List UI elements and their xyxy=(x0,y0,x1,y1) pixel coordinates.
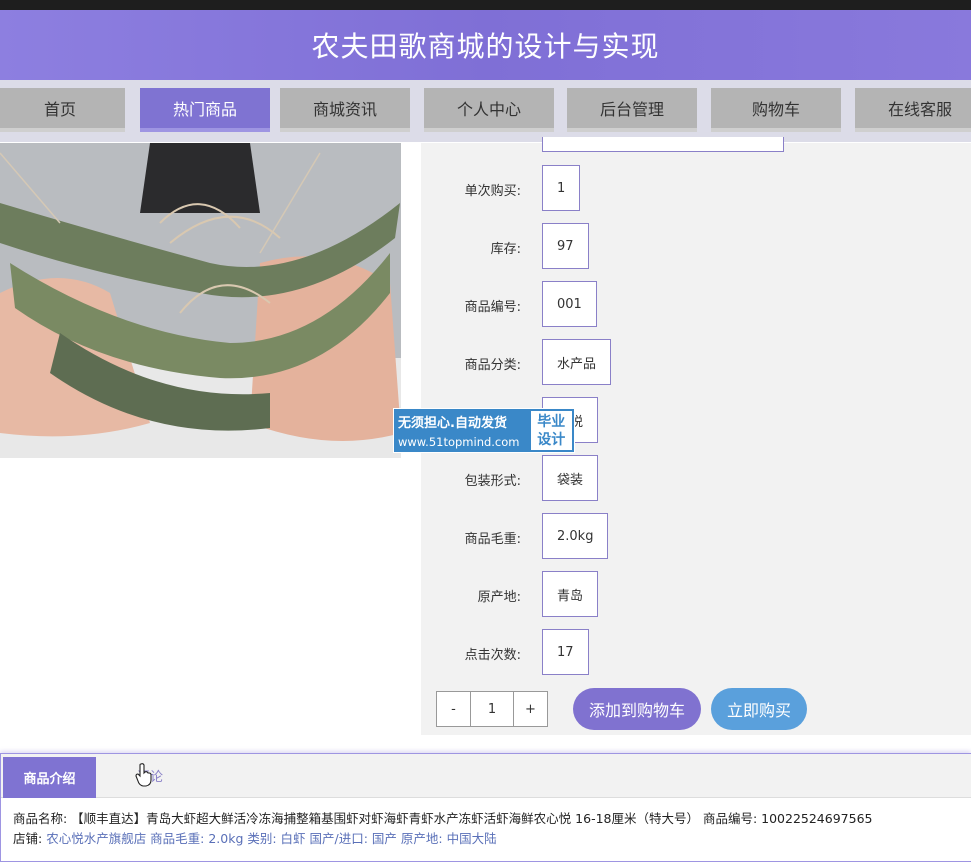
nav-home[interactable]: 首页 xyxy=(0,88,125,132)
quantity-input[interactable]: 1 xyxy=(470,692,514,726)
tab-product-intro[interactable]: 商品介绍 xyxy=(3,757,96,798)
nav-personal-center[interactable]: 个人中心 xyxy=(424,88,554,132)
label-product-number: 商品编号: xyxy=(464,300,521,315)
label-single-purchase: 单次购买: xyxy=(464,184,521,199)
value-product-number: 001 xyxy=(542,281,597,327)
shop-label: 店铺: xyxy=(13,831,47,846)
quantity-stepper: - 1 + xyxy=(436,691,548,727)
site-title-banner: 农夫田歌商城的设计与实现 xyxy=(0,10,971,80)
hand-cursor-icon xyxy=(135,763,152,787)
nav-online-service[interactable]: 在线客服 xyxy=(855,88,971,132)
value-gross-weight: 2.0kg xyxy=(542,513,609,559)
value-packaging: 袋装 xyxy=(542,455,599,501)
label-stock: 库存: xyxy=(490,242,521,257)
label-gross-weight: 商品毛重: xyxy=(464,532,521,547)
value-origin: 青岛 xyxy=(542,571,599,617)
shop-details: 农心悦水产旗舰店 商品毛重: 2.0kg 类别: 白虾 国产/进口: 国产 原产… xyxy=(46,831,497,846)
value-stock: 97 xyxy=(542,223,589,269)
nav-cart[interactable]: 购物车 xyxy=(711,88,841,132)
nav-admin[interactable]: 后台管理 xyxy=(567,88,697,132)
quantity-plus-button[interactable]: + xyxy=(514,692,547,726)
label-click-count: 点击次数: xyxy=(464,648,521,663)
watermark-label-line2: 设计 xyxy=(537,431,566,448)
label-origin: 原产地: xyxy=(477,590,521,605)
tabs-bar: 商品介绍 评论 xyxy=(1,754,971,798)
buy-now-button[interactable]: 立即购买 xyxy=(711,688,807,730)
value-single-purchase: 1 xyxy=(542,165,581,211)
watermark-label-line1: 毕业 xyxy=(537,413,566,430)
watermark-slogan: 无须担心.自动发货 xyxy=(398,416,507,431)
top-dark-strip xyxy=(0,0,971,10)
add-to-cart-button[interactable]: 添加到购物车 xyxy=(573,688,701,730)
watermark-text: 无须担心.自动发货 www.51topmind.com xyxy=(394,409,529,452)
product-tabs-section: 商品介绍 评论 商品名称: 【顺丰直达】青岛大虾超大鲜活冷冻海捕整箱基围虾对虾海… xyxy=(0,753,971,862)
watermark-label: 毕业 设计 xyxy=(528,409,574,452)
watermark-url: www.51topmind.com xyxy=(398,435,520,449)
watermark-badge: 无须担心.自动发货 www.51topmind.com 毕业 设计 xyxy=(393,408,575,453)
nav-hot-products[interactable]: 热门商品 xyxy=(140,88,270,132)
main-nav: 首页 热门商品 商城资讯 个人中心 后台管理 购物车 在线客服 xyxy=(0,80,971,142)
partial-field-box xyxy=(542,137,784,152)
site-title: 农夫田歌商城的设计与实现 xyxy=(311,30,660,63)
product-description: 商品名称: 【顺丰直达】青岛大虾超大鲜活冷冻海捕整箱基围虾对虾海虾青虾水产冻虾活… xyxy=(13,809,968,849)
quantity-minus-button[interactable]: - xyxy=(437,692,470,726)
label-packaging: 包装形式: xyxy=(464,474,521,489)
description-line-1: 商品名称: 【顺丰直达】青岛大虾超大鲜活冷冻海捕整箱基围虾对虾海虾青虾水产冻虾活… xyxy=(13,811,873,826)
nav-mall-news[interactable]: 商城资讯 xyxy=(280,88,410,132)
description-line-2: 店铺: 农心悦水产旗舰店 商品毛重: 2.0kg 类别: 白虾 国产/进口: 国… xyxy=(13,829,968,849)
product-image xyxy=(0,143,401,458)
value-category: 水产品 xyxy=(542,339,612,385)
shrimp-photo xyxy=(0,143,401,458)
label-category: 商品分类: xyxy=(464,358,521,373)
value-click-count: 17 xyxy=(542,629,589,675)
